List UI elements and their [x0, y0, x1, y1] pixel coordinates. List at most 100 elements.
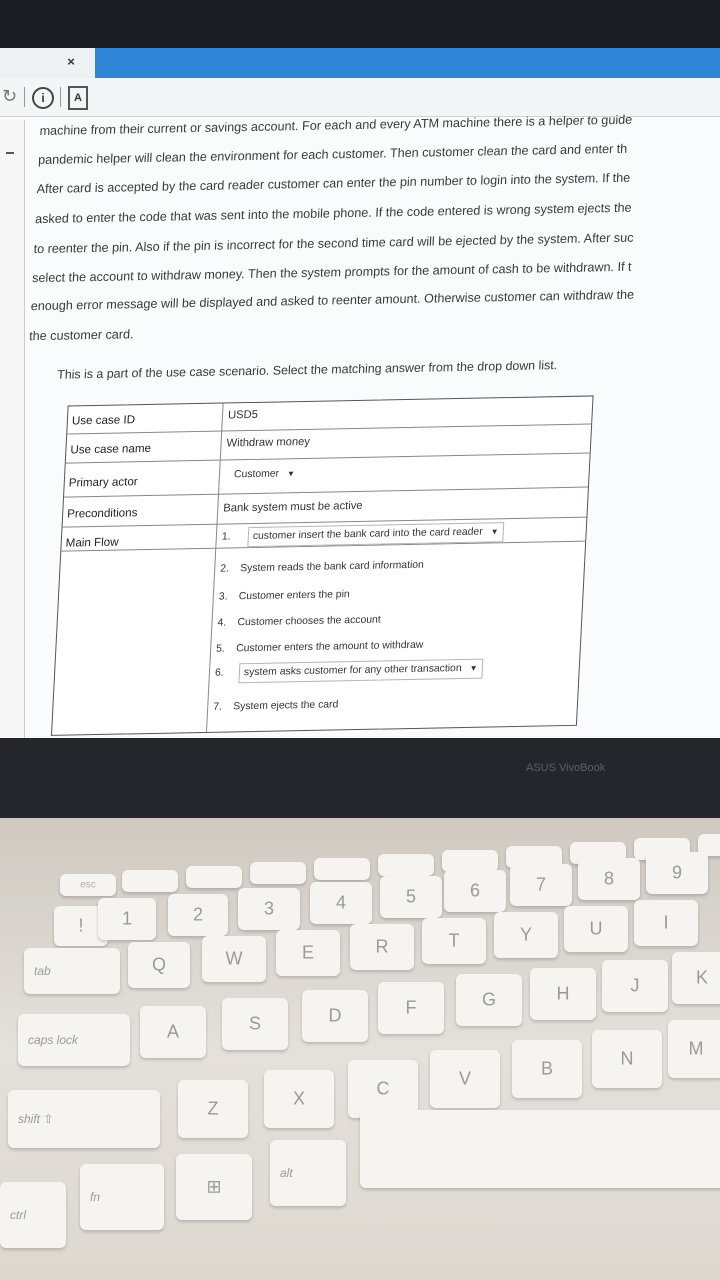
main-flow-step: 3. Customer enters the pin: [219, 589, 350, 603]
laptop-screen: × ↻ i A machine from their current or sa…: [0, 48, 720, 808]
chevron-down-icon: ▼: [490, 527, 499, 537]
key-f[interactable]: F: [378, 982, 444, 1034]
paragraph-line: to reenter the pin. Also if the pin is i…: [33, 230, 634, 257]
key-w[interactable]: W: [202, 936, 266, 982]
step-number: 2.: [219, 563, 230, 575]
question-content: machine from their current or savings ac…: [4, 111, 720, 808]
key-r[interactable]: R: [350, 924, 414, 970]
use-case-name-value: Withdraw money: [226, 435, 311, 450]
paragraph-line: pandemic helper will clean the environme…: [37, 141, 628, 168]
key-2[interactable]: 2: [168, 894, 228, 936]
key-8[interactable]: 8: [578, 858, 640, 900]
key-f2[interactable]: [186, 866, 242, 888]
key-y[interactable]: Y: [494, 912, 558, 958]
main-flow-step: 6.: [214, 667, 236, 679]
key-s[interactable]: S: [222, 998, 288, 1050]
main-flow-step: 2. System reads the bank card information: [220, 560, 424, 575]
refresh-icon[interactable]: ↻: [2, 86, 18, 106]
key-4[interactable]: 4: [310, 882, 372, 924]
document-icon[interactable]: A: [68, 86, 88, 110]
step-number: 6.: [214, 667, 224, 679]
key-3[interactable]: 3: [238, 888, 300, 930]
key-7[interactable]: 7: [510, 864, 572, 906]
key-i[interactable]: I: [634, 900, 698, 946]
key-u[interactable]: U: [564, 906, 628, 952]
key-tab[interactable]: tab: [24, 948, 120, 994]
key-9[interactable]: 9: [646, 852, 708, 894]
use-case-id-label: Use case ID: [71, 413, 136, 428]
step-number: 7.: [212, 701, 223, 713]
key-space[interactable]: [360, 1110, 720, 1188]
primary-actor-dropdown[interactable]: Customer ▼: [228, 464, 301, 486]
key-ctrl[interactable]: ctrl: [0, 1182, 66, 1248]
key-v[interactable]: V: [430, 1050, 500, 1108]
key-n[interactable]: N: [592, 1030, 662, 1088]
key-k[interactable]: K: [672, 952, 720, 1004]
paragraph-line: enough error message will be displayed a…: [30, 287, 635, 314]
step-number: 4.: [217, 617, 227, 629]
use-case-name-label: Use case name: [70, 441, 152, 457]
main-flow-step: 7. System ejects the card: [213, 699, 339, 712]
step-text: Customer enters the amount to withdraw: [235, 639, 424, 655]
step-text: Customer enters the pin: [238, 589, 350, 603]
key-1[interactable]: 1: [98, 898, 156, 940]
toolbar-divider: [60, 87, 61, 107]
info-icon[interactable]: i: [32, 87, 54, 109]
key-f5[interactable]: [378, 854, 434, 876]
key-t[interactable]: T: [422, 918, 486, 964]
step-text: System ejects the card: [232, 699, 339, 713]
instruction-text: This is a part of the use case scenario.…: [56, 358, 558, 382]
toolbar-divider: [24, 87, 25, 107]
primary-actor-value: Customer: [233, 468, 280, 481]
step-1-selected: customer insert the bank card into the c…: [252, 526, 483, 542]
key-f3[interactable]: [250, 862, 306, 884]
browser-toolbar: ↻ i A: [0, 78, 720, 117]
key-e[interactable]: E: [276, 930, 340, 976]
key-esc[interactable]: esc: [60, 874, 116, 896]
close-icon[interactable]: ×: [64, 54, 78, 70]
step-text: Customer chooses the account: [237, 614, 381, 629]
preconditions-value: Bank system must be active: [222, 499, 363, 515]
key-6[interactable]: 6: [444, 870, 506, 912]
paragraph-line: After card is accepted by the card reade…: [36, 170, 631, 197]
key-5[interactable]: 5: [380, 876, 442, 918]
key-f1[interactable]: [122, 870, 178, 892]
step-6-selected: system asks customer for any other trans…: [243, 663, 462, 679]
key-caps-lock[interactable]: caps lock: [18, 1014, 130, 1066]
use-case-id-value: USD5: [227, 408, 259, 422]
laptop-bezel-top: [0, 0, 720, 48]
table-row-divider: [64, 486, 588, 498]
key-f6[interactable]: [442, 850, 498, 872]
key-fn[interactable]: fn: [80, 1164, 164, 1230]
table-row-divider: [67, 423, 592, 435]
key-d[interactable]: D: [302, 990, 368, 1042]
key-g[interactable]: G: [456, 974, 522, 1026]
chevron-down-icon: ▼: [286, 469, 296, 479]
key-f4[interactable]: [314, 858, 370, 880]
key-a[interactable]: A: [140, 1006, 206, 1058]
preconditions-label: Preconditions: [66, 506, 138, 521]
key-shift[interactable]: shift ⇧: [8, 1090, 160, 1148]
key-h[interactable]: H: [530, 968, 596, 1020]
keyboard-deck: esc ! 1 2 3 4 5 6 7 8 9 tab Q W E R T Y …: [0, 818, 720, 1280]
chevron-down-icon: ▼: [469, 663, 478, 673]
key-q[interactable]: Q: [128, 942, 190, 988]
main-flow-label: Main Flow: [65, 535, 119, 550]
laptop-bezel-bottom: [0, 738, 720, 818]
step-number: 1.: [221, 531, 231, 543]
step-text: System reads the bank card information: [239, 559, 425, 575]
browser-tab[interactable]: ×: [0, 48, 95, 78]
key-z[interactable]: Z: [178, 1080, 248, 1138]
main-flow-step: 4. Customer chooses the account: [217, 615, 381, 629]
step-number: 5.: [215, 643, 226, 655]
key-alt[interactable]: alt: [270, 1140, 346, 1206]
key-j[interactable]: J: [602, 960, 668, 1012]
key-m[interactable]: M: [668, 1020, 720, 1078]
paragraph-line: asked to enter the code that was sent in…: [34, 200, 632, 227]
use-case-table: Use case ID USD5 Use case name Withdraw …: [50, 395, 594, 736]
key-x[interactable]: X: [264, 1070, 334, 1128]
windows-key-icon[interactable]: ⊞: [176, 1154, 252, 1220]
paragraph-line: the customer card.: [28, 327, 134, 344]
step-6-dropdown[interactable]: system asks customer for any other trans…: [238, 658, 484, 684]
key-b[interactable]: B: [512, 1040, 582, 1098]
